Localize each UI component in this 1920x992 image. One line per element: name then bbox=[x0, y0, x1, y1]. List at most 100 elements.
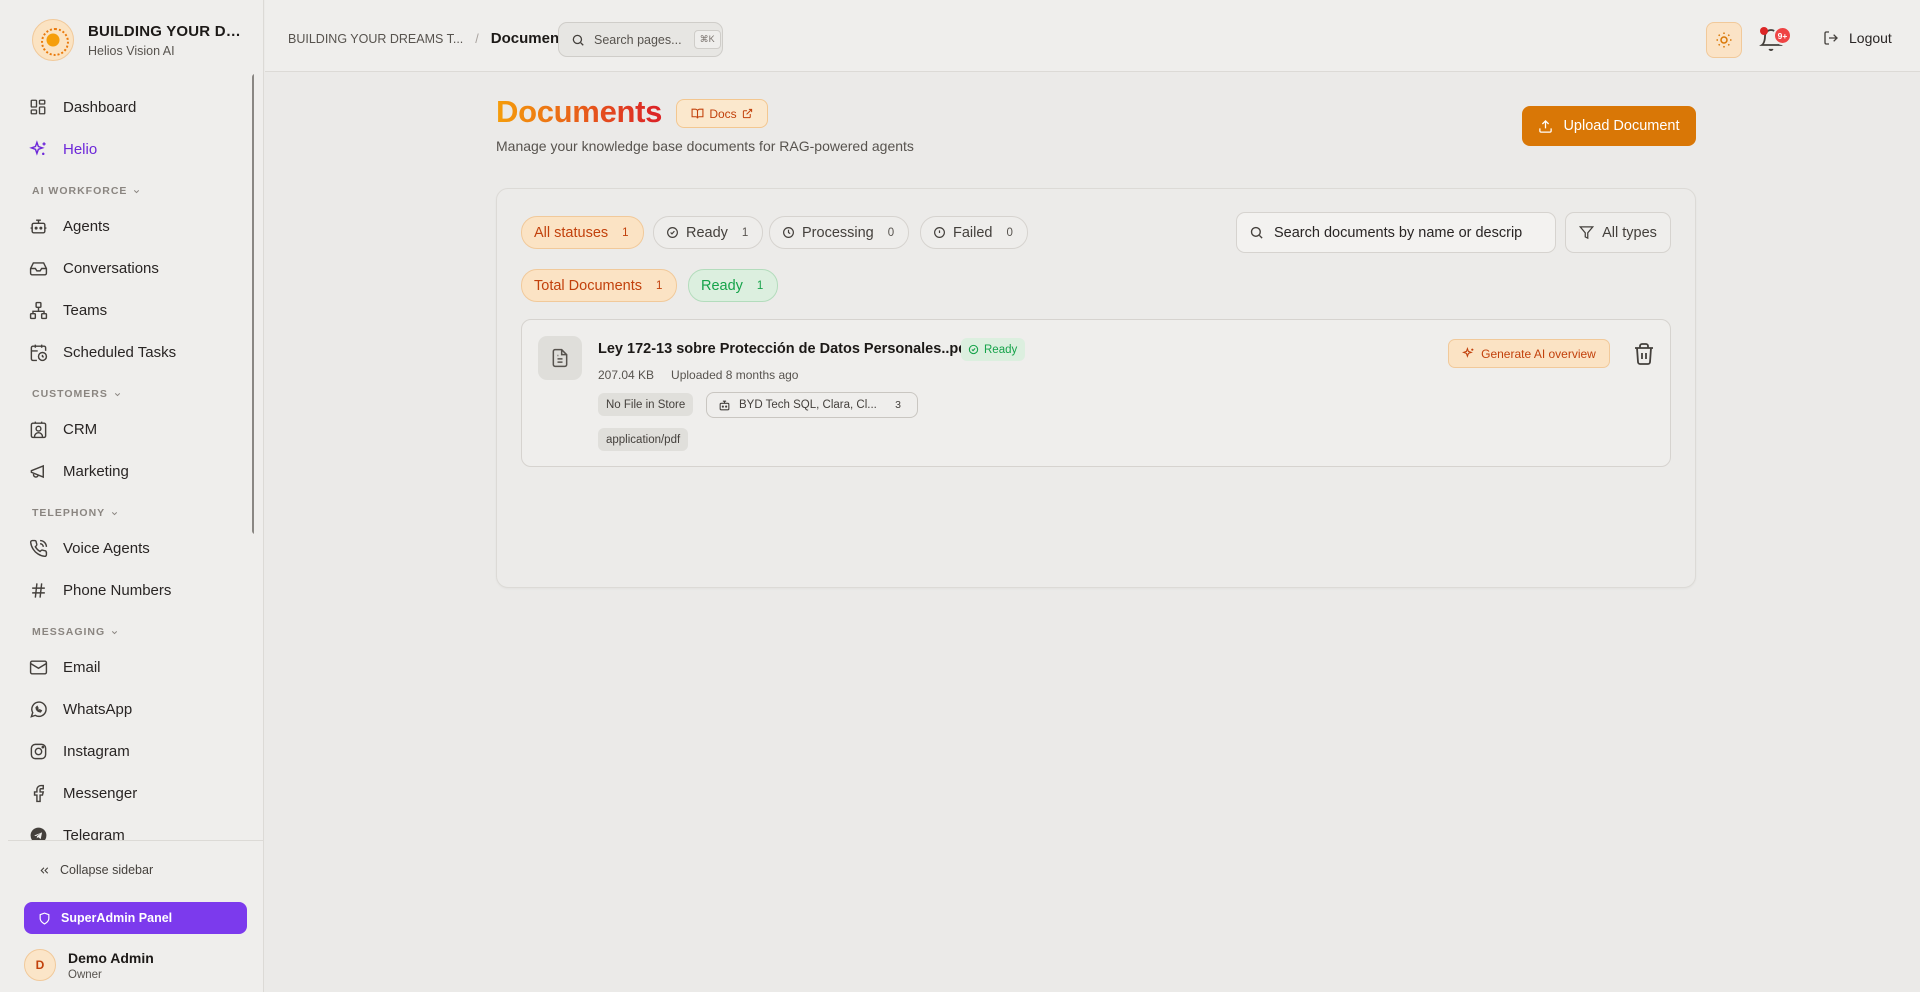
alert-circle-icon bbox=[934, 227, 945, 238]
sidebar-item-label: Instagram bbox=[63, 742, 130, 760]
breadcrumb-parent[interactable]: BUILDING YOUR DREAMS T... bbox=[288, 32, 463, 46]
logout-button[interactable]: Logout bbox=[1823, 30, 1892, 46]
phone-call-icon bbox=[28, 538, 48, 558]
filter-count: 1 bbox=[622, 226, 629, 239]
document-search-input[interactable]: Search documents by name or descrip bbox=[1236, 212, 1556, 253]
breadcrumb: BUILDING YOUR DREAMS T... / Documents bbox=[288, 30, 572, 47]
hash-icon bbox=[28, 580, 48, 600]
generate-ai-overview-button[interactable]: Generate AI overview bbox=[1448, 339, 1610, 368]
document-uploaded: Uploaded 8 months ago bbox=[671, 368, 799, 382]
mail-icon bbox=[28, 657, 48, 677]
whatsapp-icon bbox=[28, 699, 48, 719]
megaphone-icon bbox=[28, 461, 48, 481]
document-name[interactable]: Ley 172-13 sobre Protección de Datos Per… bbox=[598, 341, 972, 357]
sidebar-item-scheduled-tasks[interactable]: Scheduled Tasks bbox=[28, 339, 176, 365]
brand[interactable]: BUILDING YOUR DREAMS TECH Helios Vision … bbox=[32, 19, 248, 61]
external-link-icon bbox=[742, 108, 752, 119]
type-filter-button[interactable]: All types bbox=[1565, 212, 1671, 253]
section-messaging[interactable]: MESSAGING bbox=[32, 626, 119, 638]
search-icon bbox=[1250, 226, 1263, 239]
sidebar-nav: Dashboard Helio AI WORKFORCE Agents Conv… bbox=[8, 72, 254, 840]
contact-icon bbox=[28, 419, 48, 439]
sidebar-scrollbar[interactable] bbox=[252, 74, 254, 534]
trash-icon[interactable] bbox=[1632, 342, 1656, 366]
document-size: 207.04 KB bbox=[598, 368, 655, 382]
page-search-placeholder: Search pages... bbox=[594, 32, 682, 47]
avatar: D bbox=[24, 949, 56, 981]
brand-name: BUILDING YOUR DREAMS TECH bbox=[88, 22, 248, 40]
sidebar-item-agents[interactable]: Agents bbox=[28, 213, 110, 239]
sidebar-item-label: Marketing bbox=[63, 462, 129, 480]
sidebar-item-conversations[interactable]: Conversations bbox=[28, 255, 159, 281]
sidebar-item-crm[interactable]: CRM bbox=[28, 416, 97, 442]
theme-toggle-button[interactable] bbox=[1706, 22, 1742, 58]
sun-icon bbox=[1716, 32, 1732, 48]
agents-count: 3 bbox=[895, 399, 901, 411]
telegram-icon bbox=[28, 825, 48, 840]
sidebar-item-label: Messenger bbox=[63, 784, 138, 802]
shortcut-hint: ⌘K bbox=[693, 30, 721, 49]
mime-type-badge: application/pdf bbox=[598, 428, 689, 451]
clock-icon bbox=[783, 227, 794, 238]
section-ai-workforce[interactable]: AI WORKFORCE bbox=[32, 185, 141, 197]
user-role: Owner bbox=[68, 968, 102, 981]
page-subtitle: Manage your knowledge base documents for… bbox=[496, 138, 914, 154]
sidebar-item-helio[interactable]: Helio bbox=[28, 136, 97, 162]
sidebar-item-teams[interactable]: Teams bbox=[28, 297, 107, 323]
chevron-down-icon bbox=[112, 511, 118, 515]
sidebar-item-label: Email bbox=[63, 658, 101, 676]
superadmin-panel-button[interactable]: SuperAdmin Panel bbox=[24, 902, 247, 934]
sidebar-item-messenger[interactable]: Messenger bbox=[28, 780, 137, 806]
check-circle-icon bbox=[968, 344, 979, 355]
sidebar: BUILDING YOUR DREAMS TECH Helios Vision … bbox=[0, 0, 264, 992]
filter-all-statuses[interactable]: All statuses 1 bbox=[521, 216, 644, 249]
sidebar-item-whatsapp[interactable]: WhatsApp bbox=[28, 696, 132, 722]
page-search-button[interactable]: Search pages... ⌘K bbox=[558, 22, 723, 57]
document-card[interactable]: Ley 172-13 sobre Protección de Datos Per… bbox=[521, 319, 1671, 467]
sidebar-item-label: Dashboard bbox=[63, 98, 137, 116]
filter-failed[interactable]: Failed 0 bbox=[920, 216, 1028, 249]
upload-document-button[interactable]: Upload Document bbox=[1522, 106, 1696, 146]
sidebar-item-telegram[interactable]: Telegram bbox=[28, 822, 125, 840]
chevrons-left-icon bbox=[40, 866, 49, 874]
file-text-icon bbox=[538, 336, 582, 380]
document-search-value: Search documents by name or descrip bbox=[1274, 224, 1523, 241]
sidebar-item-instagram[interactable]: Instagram bbox=[28, 738, 130, 764]
sidebar-footer: Collapse sidebar SuperAdmin Panel D Demo… bbox=[8, 840, 264, 992]
section-telephony[interactable]: TELEPHONY bbox=[32, 507, 119, 519]
sidebar-item-email[interactable]: Email bbox=[28, 654, 101, 680]
sidebar-item-phone-numbers[interactable]: Phone Numbers bbox=[28, 577, 171, 603]
notification-dot bbox=[1760, 27, 1768, 35]
filter-count: 1 bbox=[741, 226, 749, 239]
stat-count: 1 bbox=[656, 279, 663, 292]
stat-total-documents[interactable]: Total Documents 1 bbox=[521, 269, 678, 302]
sidebar-item-dashboard[interactable]: Dashboard bbox=[28, 94, 136, 120]
stat-ready[interactable]: Ready 1 bbox=[688, 269, 779, 302]
top-bar: BUILDING YOUR DREAMS T... / Documents Se… bbox=[265, 0, 1920, 72]
page-title: Documents bbox=[496, 94, 663, 129]
user-name: Demo Admin bbox=[68, 949, 154, 966]
bot-icon bbox=[28, 216, 48, 236]
store-badge: No File in Store bbox=[598, 393, 694, 416]
brand-logo bbox=[32, 19, 74, 61]
assigned-agents-badge[interactable]: BYD Tech SQL, Clara, Cl... 3 bbox=[706, 392, 918, 418]
dashboard-icon bbox=[28, 97, 48, 117]
brand-subtitle: Helios Vision AI bbox=[88, 43, 175, 58]
docs-link-button[interactable]: Docs bbox=[676, 99, 768, 128]
filter-ready[interactable]: Ready 1 bbox=[653, 216, 764, 249]
sidebar-item-label: Voice Agents bbox=[63, 539, 150, 557]
sparkles-icon bbox=[1462, 347, 1474, 358]
status-badge: Ready bbox=[961, 338, 1026, 361]
sidebar-item-label: CRM bbox=[63, 420, 98, 438]
section-customers[interactable]: CUSTOMERS bbox=[32, 388, 122, 400]
filter-processing[interactable]: Processing 0 bbox=[769, 216, 910, 249]
user-profile[interactable]: D Demo Admin Owner bbox=[24, 949, 154, 981]
sidebar-item-voice-agents[interactable]: Voice Agents bbox=[28, 535, 150, 561]
sidebar-item-marketing[interactable]: Marketing bbox=[28, 458, 129, 484]
logout-icon bbox=[1824, 31, 1838, 45]
search-icon bbox=[572, 34, 584, 46]
filter-count: 0 bbox=[887, 226, 895, 239]
stat-count: 1 bbox=[756, 279, 764, 292]
document-meta: 207.04 KB Uploaded 8 months ago bbox=[598, 368, 798, 382]
collapse-sidebar-button[interactable]: Collapse sidebar bbox=[38, 863, 153, 877]
